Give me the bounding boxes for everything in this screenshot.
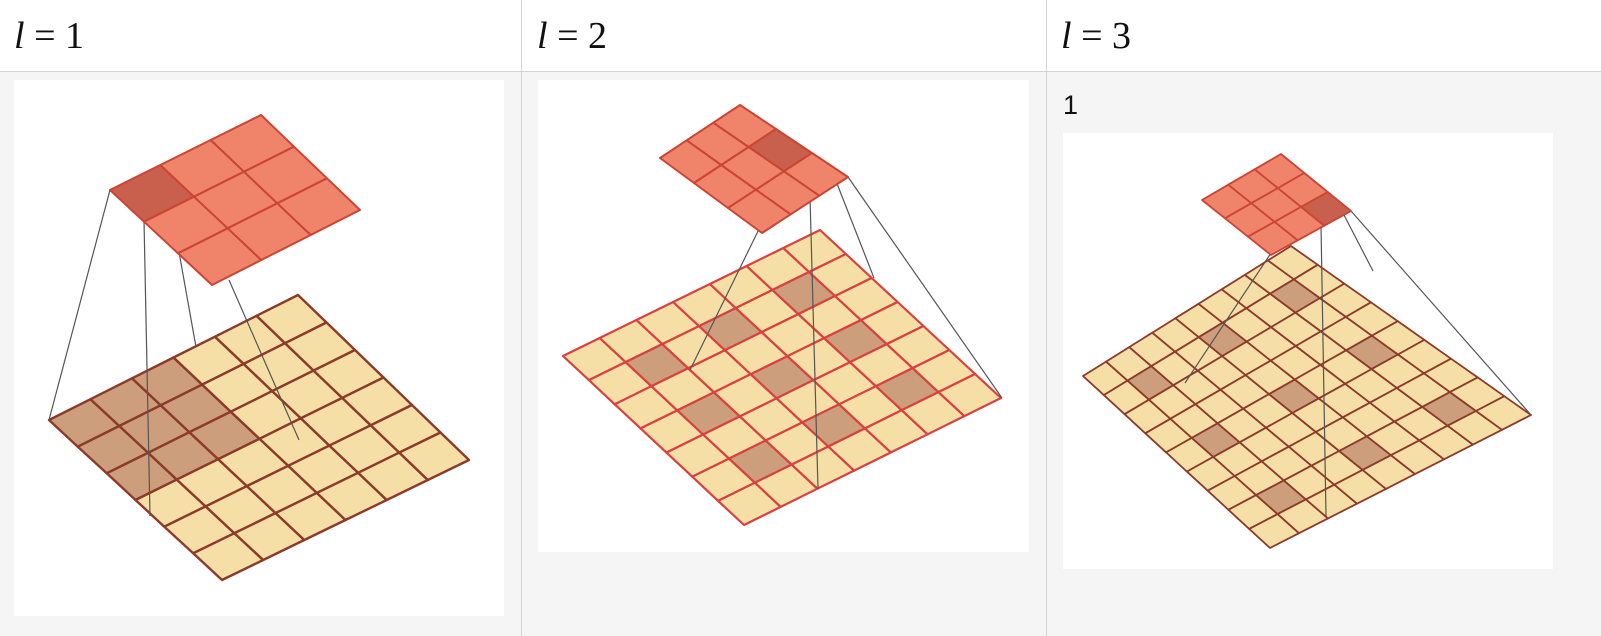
dilation-label-1: l = 1 (14, 14, 84, 57)
dilation-2-figure (538, 80, 1029, 552)
dilated-convolution-diagram-2 (561, 104, 1003, 527)
column-divider (1046, 0, 1047, 636)
dilation-comparison-table: l = 1 l = 2 l = 3 1 (0, 0, 1601, 636)
figure-note: 1 (1063, 90, 1079, 120)
header-cell-3: l = 3 (1047, 0, 1601, 71)
header-cell-2: l = 2 (523, 0, 1045, 71)
table-header-row: l = 1 l = 2 l = 3 (0, 0, 1601, 72)
dilation-label-2: l = 2 (537, 14, 607, 57)
column-divider (521, 0, 522, 636)
dilation-label-3: l = 3 (1061, 14, 1131, 57)
dilation-1-figure (14, 80, 504, 616)
dilation-3-figure (1063, 133, 1553, 569)
receptive-field-line (48, 189, 111, 421)
dilated-convolution-diagram-1 (47, 114, 471, 582)
header-cell-1: l = 1 (0, 0, 520, 71)
receptive-field-line (1342, 212, 1374, 272)
dilated-convolution-diagram-3 (1082, 153, 1532, 549)
